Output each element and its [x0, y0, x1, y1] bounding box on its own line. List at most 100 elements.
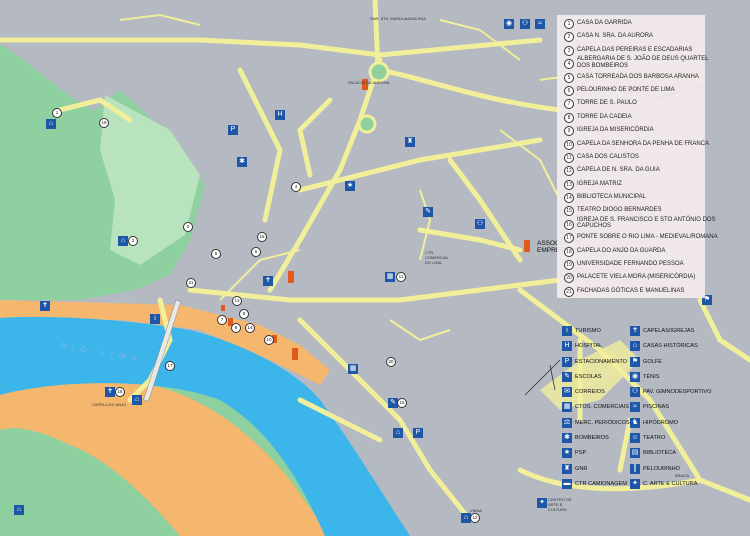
map-marker-8[interactable]: 8: [239, 309, 249, 319]
fire-icon[interactable]: ✱: [237, 157, 247, 167]
legend-place-6[interactable]: 6 PELOURINHO DE PONTE DE LIMA: [562, 85, 712, 99]
legend-hippodrome[interactable]: ♞ HIPÓDROMO: [630, 417, 705, 433]
map-marker-20[interactable]: 20: [386, 357, 396, 367]
legend-place-18[interactable]: 18 CAPELA DO ANJO DA GUARDA: [562, 246, 712, 260]
chapel-icon[interactable]: ✝: [40, 301, 50, 311]
map-marker-15[interactable]: 15: [397, 398, 407, 408]
map-label-sta-maria: SNR. STA. MARIA MADALENA: [370, 16, 426, 21]
map-marker-1[interactable]: 1: [52, 108, 62, 118]
parking-icon[interactable]: P: [413, 428, 423, 438]
gym-icon[interactable]: ⚇: [475, 219, 485, 229]
parking-icon: P: [562, 356, 572, 367]
map-marker-11[interactable]: 11: [396, 272, 406, 282]
police-icon[interactable]: ★: [345, 181, 355, 191]
map-marker-19[interactable]: 19: [99, 118, 109, 128]
gnr-icon[interactable]: ♜: [405, 137, 415, 147]
map-marker-6[interactable]: 6: [251, 247, 261, 257]
legend-historic-house[interactable]: ⌂ CASAS HISTÓRICAS: [630, 341, 705, 356]
historic-house-icon[interactable]: ⌂: [14, 505, 24, 515]
legend-parking[interactable]: P ESTACIONAMENTO: [562, 356, 637, 372]
legend-post[interactable]: ✉ CORREIOS: [562, 387, 637, 402]
shopping-icon[interactable]: ▦: [385, 272, 395, 282]
legend-police[interactable]: ★ PSP: [562, 448, 637, 463]
legend-chapel[interactable]: ✝ CAPELAS/IGREJAS: [630, 326, 705, 341]
legend-market[interactable]: ⚖ MERC. PERIÓDICOS: [562, 417, 637, 433]
school-icon[interactable]: ✎: [423, 207, 433, 217]
legend-pool[interactable]: ≈ PISCINAS: [630, 402, 705, 417]
map-marker-12[interactable]: 12: [470, 513, 480, 523]
culture-icon[interactable]: ✦: [537, 498, 547, 508]
legend-tennis[interactable]: ◉ TÉNIS: [630, 371, 705, 387]
tennis-icon[interactable]: ◉: [504, 19, 514, 29]
legend-theatre[interactable]: ☺ TEATRO: [630, 433, 705, 448]
turismo-icon[interactable]: i: [150, 314, 160, 324]
map-marker-18[interactable]: 18: [115, 387, 125, 397]
legend-hospital[interactable]: H HOSPITAL: [562, 341, 637, 356]
legend-place-17[interactable]: 17 PONTE SOBRE O RIO LIMA - MEDIEVAL/ROMA…: [562, 233, 718, 246]
legend-pillory[interactable]: ┃ PELOURINHO: [630, 463, 705, 479]
legend-turismo[interactable]: i TURISMO: [562, 326, 637, 341]
legend-place-10[interactable]: 10 CAPELA DA SENHORA DA PENHA DE FRANCA: [562, 139, 712, 153]
legend-place-12[interactable]: 12 CAPELA DE N. SRA. DA GUIA: [562, 166, 712, 179]
legend-place-13[interactable]: 13 IGREJA MATRIZ: [562, 179, 712, 193]
map-label-palacio-aurora: PALÁCIO DA AURORA: [348, 80, 390, 85]
fire-icon: ✱: [562, 433, 572, 444]
legend-school[interactable]: ✎ ESCOLAS: [562, 371, 637, 387]
legend-shopping[interactable]: ▦ CTOS. COMERCIAIS: [562, 402, 637, 417]
gym-icon[interactable]: ⚇: [520, 19, 530, 29]
legend-place-21[interactable]: 21 FACHADAS GÓTICAS E MANUELINAS: [562, 286, 712, 300]
legend-place-7[interactable]: 7 TORRE DE S. PAULO: [562, 99, 712, 112]
map-marker-14[interactable]: 14: [245, 323, 255, 333]
map-marker-21[interactable]: 21: [186, 278, 196, 288]
map-marker-13[interactable]: 13: [232, 296, 242, 306]
historic-house-icon[interactable]: ⌂: [393, 428, 403, 438]
map-marker-10[interactable]: 10: [264, 335, 274, 345]
legend-gym[interactable]: ⚇ PAV. GIMNODESPORTIVO: [630, 387, 712, 402]
legend-place-14[interactable]: 14 BIBLIOTECA MUNICIPAL: [562, 193, 712, 206]
shopping-icon[interactable]: ▦: [348, 364, 358, 374]
map-marker-2[interactable]: 2: [128, 236, 138, 246]
legend-place-1[interactable]: 1 CASA DA GARRIDA: [562, 19, 712, 32]
historic-house-icon[interactable]: ⌂: [118, 236, 128, 246]
post-icon: ✉: [562, 387, 572, 398]
map-label-centro-comercial: CTR. COMERCIAL DO LIMA: [425, 250, 449, 265]
map-marker-9[interactable]: 9: [231, 323, 241, 333]
library-icon: ▤: [630, 448, 640, 459]
hospital-icon: H: [562, 341, 572, 352]
legend-place-16[interactable]: 16 IGREJA DE S. FRANCISCO E STO ANTÓNIO D…: [562, 217, 716, 233]
map-marker-16[interactable]: 16: [257, 232, 267, 242]
parking-icon[interactable]: P: [228, 125, 238, 135]
legend-place-19[interactable]: 19 UNIVERSIDADE FERNANDO PESSOA: [562, 260, 712, 273]
map-marker-17[interactable]: 17: [165, 361, 175, 371]
chapel-icon[interactable]: ✝: [105, 387, 115, 397]
historic-house-icon: ⌂: [630, 341, 640, 352]
legend-library[interactable]: ▤ BIBLIOTECA: [630, 448, 705, 463]
map-marker-7[interactable]: 7: [217, 315, 227, 325]
chapel-icon[interactable]: ✝: [263, 276, 273, 286]
school-icon: ✎: [562, 371, 572, 382]
legend-place-8[interactable]: 8 TORRE DA CADEIA: [562, 112, 712, 126]
legend-fire[interactable]: ✱ BOMBEIROS: [562, 433, 637, 448]
legend-place-20[interactable]: 20 PALACETE VIELA MORA (MISERICÓRDIA): [562, 273, 712, 286]
turismo-icon: i: [562, 326, 572, 336]
pillory-icon: ┃: [630, 463, 640, 474]
legend-place-9[interactable]: 9 IGREJA DA MISERICÓRDIA: [562, 126, 712, 139]
map-marker-4[interactable]: 4: [291, 182, 301, 192]
hospital-icon[interactable]: H: [275, 110, 285, 120]
legend-place-11[interactable]: 11 CASA DOS CALISTOS: [562, 152, 712, 166]
legend-place-2[interactable]: 2 CASA N. SRA. DA AURORA: [562, 32, 712, 45]
legend-golf[interactable]: ⚑ GOLFE: [630, 356, 705, 372]
culture-icon: ✦: [630, 478, 640, 489]
legend-culture[interactable]: ✦ C. ARTE E CULTURA: [630, 478, 705, 494]
legend-bus[interactable]: ▬ CTR CAMIONAGEM: [562, 478, 637, 494]
legend-gnr[interactable]: ♜ GNR: [562, 463, 637, 479]
map-marker-5[interactable]: 5: [211, 249, 221, 259]
pool-icon[interactable]: ≈: [535, 19, 545, 29]
police-icon: ★: [562, 448, 572, 459]
legend-place-4[interactable]: 4 ALBERGARIA DE S. JOÃO DE DEUS QUARTEL D…: [562, 56, 712, 72]
historic-house-icon[interactable]: ⌂: [46, 119, 56, 129]
legend-place-5[interactable]: 5 CASA TORREADA DOS BARBOSA ARANHA: [562, 72, 712, 86]
map-marker-3[interactable]: 3: [183, 222, 193, 232]
historic-house-icon[interactable]: ⌂: [132, 395, 142, 405]
roundabout-north: [368, 61, 390, 83]
